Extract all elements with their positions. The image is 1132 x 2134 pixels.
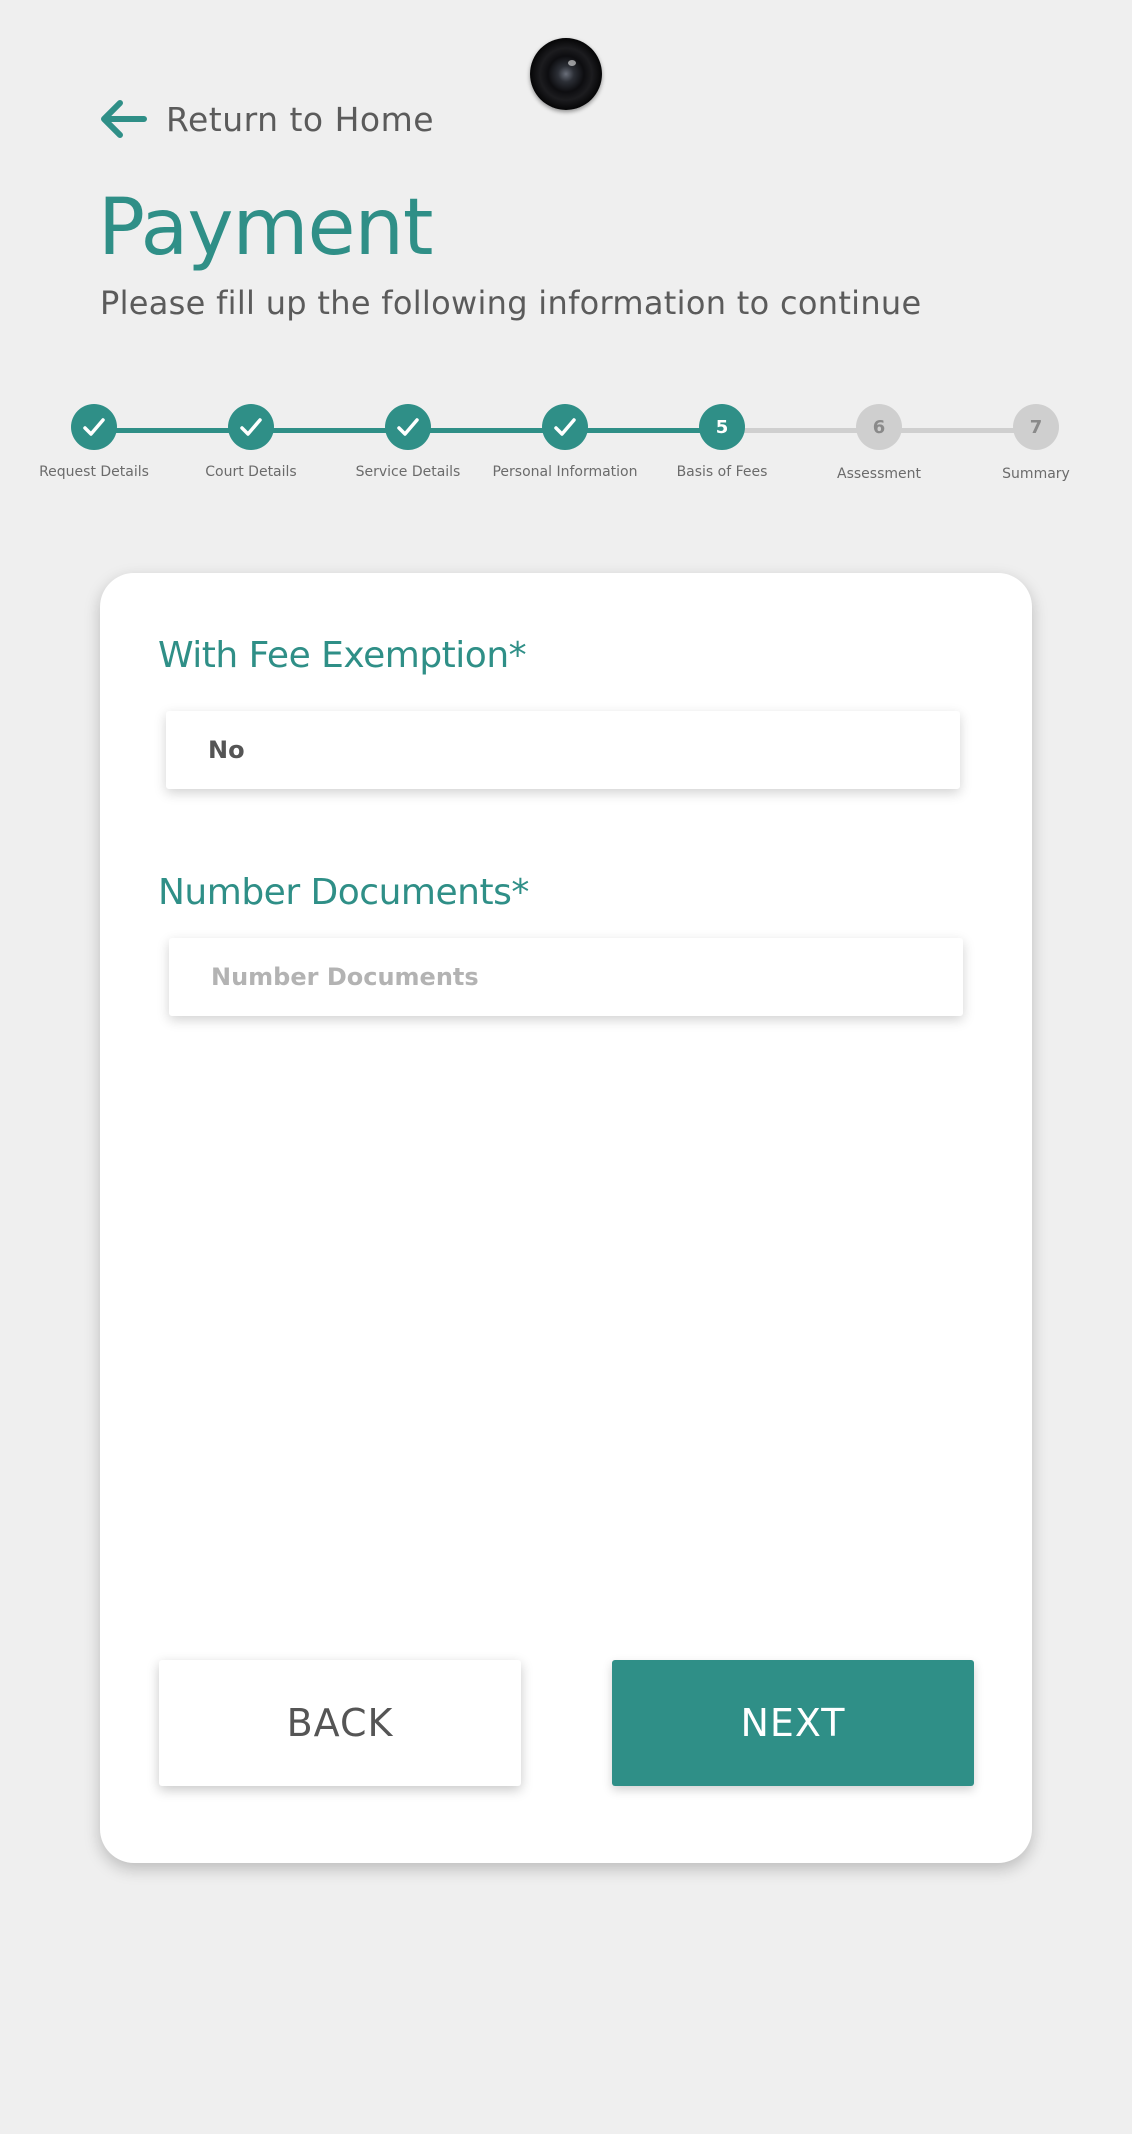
step-complete-marker xyxy=(71,404,117,450)
check-icon xyxy=(83,418,105,436)
step-complete-marker xyxy=(385,404,431,450)
step-number: 5 xyxy=(699,404,745,450)
step-personal-information: Personal Information xyxy=(485,404,645,480)
step-label: Court Details xyxy=(205,464,297,480)
step-court-details: Court Details xyxy=(171,404,331,480)
step-label: Personal Information xyxy=(492,464,638,480)
return-home-link[interactable]: Return to Home xyxy=(98,94,434,144)
page-subtitle: Please fill up the following information… xyxy=(100,284,922,322)
step-basis-of-fees: 5 Basis of Fees xyxy=(642,404,802,480)
step-number: 6 xyxy=(856,404,902,450)
step-number: 7 xyxy=(1013,404,1059,450)
step-summary: 7 Summary xyxy=(956,404,1116,482)
check-icon xyxy=(240,418,262,436)
step-label: Summary xyxy=(1002,466,1070,482)
check-icon xyxy=(397,418,419,436)
return-home-label: Return to Home xyxy=(166,99,435,139)
check-icon xyxy=(554,418,576,436)
next-button[interactable]: NEXT xyxy=(612,1660,974,1786)
fee-exemption-label: With Fee Exemption* xyxy=(158,635,527,676)
step-label: Service Details xyxy=(355,464,461,480)
step-label: Request Details xyxy=(39,464,149,480)
step-complete-marker xyxy=(542,404,588,450)
step-assessment: 6 Assessment xyxy=(799,404,959,482)
back-button[interactable]: BACK xyxy=(159,1660,521,1786)
step-complete-marker xyxy=(228,404,274,450)
arrow-left-icon xyxy=(101,100,147,138)
step-label: Basis of Fees xyxy=(676,464,768,480)
number-documents-field[interactable] xyxy=(169,938,963,1016)
step-label: Assessment xyxy=(837,466,921,482)
camera-icon xyxy=(530,38,602,110)
page-title: Payment xyxy=(98,183,433,273)
fee-exemption-select[interactable]: No xyxy=(166,711,960,789)
step-service-details: Service Details xyxy=(328,404,488,480)
fee-exemption-value: No xyxy=(208,736,245,764)
number-documents-input[interactable] xyxy=(211,963,963,991)
step-request-details: Request Details xyxy=(14,404,174,480)
number-documents-label: Number Documents* xyxy=(158,872,529,913)
progress-stepper: Request Details Court Details Service De… xyxy=(0,404,1132,504)
payment-form-card: With Fee Exemption* No Number Documents*… xyxy=(100,573,1032,1863)
